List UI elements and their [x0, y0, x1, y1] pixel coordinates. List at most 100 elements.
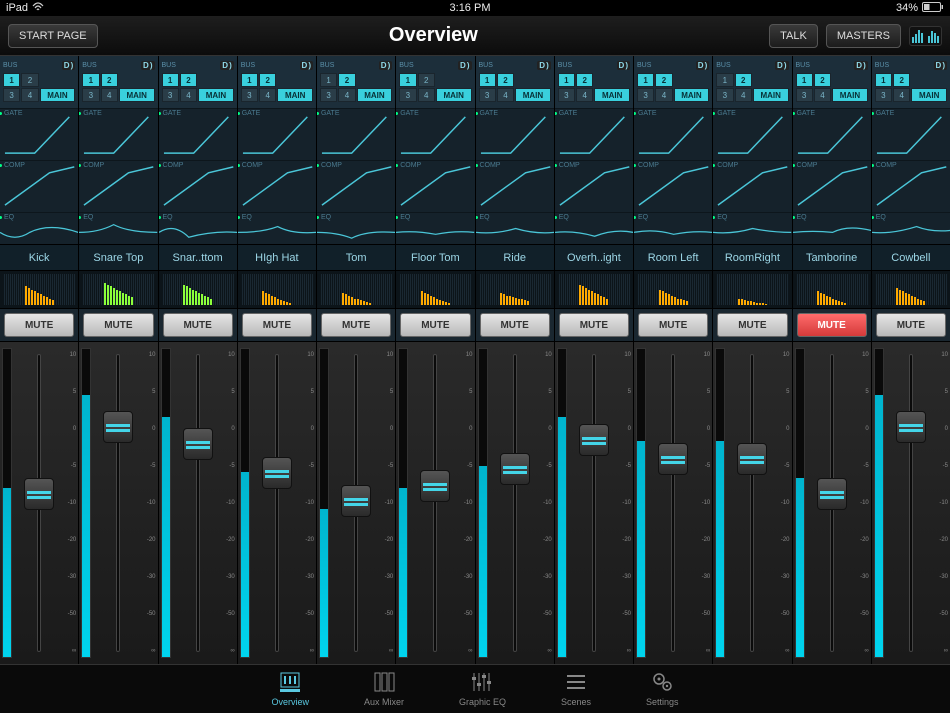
fader-cap[interactable]	[103, 411, 133, 443]
gate-panel[interactable]: GATE	[872, 108, 950, 160]
bus-cell-3[interactable]: 3	[716, 88, 733, 102]
bus-section[interactable]: BUS D 12 34 MAIN	[476, 56, 554, 108]
eq-panel[interactable]: EQ	[476, 212, 554, 244]
bus-cell-2[interactable]: 2	[576, 73, 593, 87]
fader-cap[interactable]	[737, 443, 767, 475]
bus-main[interactable]: MAIN	[436, 88, 472, 102]
eq-panel[interactable]: EQ	[79, 212, 157, 244]
bus-section[interactable]: BUS D 12 34 MAIN	[238, 56, 316, 108]
mute-button[interactable]: MUTE	[163, 313, 233, 337]
bus-cell-2[interactable]: 2	[180, 73, 197, 87]
comp-panel[interactable]: COMP	[872, 160, 950, 212]
mute-button[interactable]: MUTE	[797, 313, 867, 337]
bus-cell-4[interactable]: 4	[576, 88, 593, 102]
fader-track[interactable]	[258, 348, 296, 658]
gate-panel[interactable]: GATE	[159, 108, 237, 160]
gate-panel[interactable]: GATE	[555, 108, 633, 160]
fader-track[interactable]	[575, 348, 613, 658]
channel-name[interactable]: Cowbell	[872, 244, 950, 270]
comp-panel[interactable]: COMP	[238, 160, 316, 212]
nav-settings[interactable]: Settings	[646, 669, 679, 713]
nav-graphic-eq[interactable]: Graphic EQ	[459, 669, 506, 713]
bus-cell-4[interactable]: 4	[259, 88, 276, 102]
comp-panel[interactable]: COMP	[317, 160, 395, 212]
bus-cell-2[interactable]: 2	[259, 73, 276, 87]
bus-cell-3[interactable]: 3	[875, 88, 892, 102]
bus-main[interactable]: MAIN	[674, 88, 710, 102]
bus-cell-4[interactable]: 4	[21, 88, 38, 102]
channel-name[interactable]: Snare Top	[79, 244, 157, 270]
comp-panel[interactable]: COMP	[476, 160, 554, 212]
eq-panel[interactable]: EQ	[317, 212, 395, 244]
bus-section[interactable]: BUS D 12 34 MAIN	[872, 56, 950, 108]
mute-button[interactable]: MUTE	[242, 313, 312, 337]
channel-name[interactable]: Kick	[0, 244, 78, 270]
fader-track[interactable]	[337, 348, 375, 658]
bus-cell-2[interactable]: 2	[893, 73, 910, 87]
gate-panel[interactable]: GATE	[713, 108, 791, 160]
bus-cell-1[interactable]: 1	[399, 73, 416, 87]
eq-panel[interactable]: EQ	[634, 212, 712, 244]
bus-cell-1[interactable]: 1	[875, 73, 892, 87]
gate-panel[interactable]: GATE	[476, 108, 554, 160]
bus-main[interactable]: MAIN	[911, 88, 947, 102]
bus-cell-1[interactable]: 1	[637, 73, 654, 87]
masters-button[interactable]: MASTERS	[826, 24, 901, 48]
fader-track[interactable]	[496, 348, 534, 658]
bus-cell-2[interactable]: 2	[418, 73, 435, 87]
fader-track[interactable]	[733, 348, 771, 658]
gate-panel[interactable]: GATE	[634, 108, 712, 160]
fader-cap[interactable]	[500, 453, 530, 485]
eq-panel[interactable]: EQ	[555, 212, 633, 244]
bus-section[interactable]: BUS D 12 34 MAIN	[555, 56, 633, 108]
bus-cell-1[interactable]: 1	[3, 73, 20, 87]
eq-panel[interactable]: EQ	[396, 212, 474, 244]
mute-button[interactable]: MUTE	[4, 313, 74, 337]
mute-button[interactable]: MUTE	[400, 313, 470, 337]
bus-cell-3[interactable]: 3	[796, 88, 813, 102]
channel-name[interactable]: HIgh Hat	[238, 244, 316, 270]
eq-panel[interactable]: EQ	[159, 212, 237, 244]
channel-name[interactable]: Floor Tom	[396, 244, 474, 270]
bus-cell-2[interactable]: 2	[735, 73, 752, 87]
bus-section[interactable]: BUS D 12 34 MAIN	[0, 56, 78, 108]
mute-button[interactable]: MUTE	[559, 313, 629, 337]
bus-cell-1[interactable]: 1	[796, 73, 813, 87]
bus-section[interactable]: BUS D 12 34 MAIN	[396, 56, 474, 108]
bus-cell-4[interactable]: 4	[180, 88, 197, 102]
fader-cap[interactable]	[579, 424, 609, 456]
eq-panel[interactable]: EQ	[872, 212, 950, 244]
eq-panel[interactable]: EQ	[713, 212, 791, 244]
comp-panel[interactable]: COMP	[555, 160, 633, 212]
bus-cell-4[interactable]: 4	[735, 88, 752, 102]
mute-button[interactable]: MUTE	[876, 313, 946, 337]
fader-cap[interactable]	[896, 411, 926, 443]
bus-section[interactable]: BUS D 12 34 MAIN	[159, 56, 237, 108]
bus-cell-4[interactable]: 4	[814, 88, 831, 102]
comp-panel[interactable]: COMP	[713, 160, 791, 212]
bus-cell-2[interactable]: 2	[814, 73, 831, 87]
eq-panel[interactable]: EQ	[0, 212, 78, 244]
gate-panel[interactable]: GATE	[238, 108, 316, 160]
fader-cap[interactable]	[262, 457, 292, 489]
bus-cell-4[interactable]: 4	[338, 88, 355, 102]
fader-track[interactable]	[99, 348, 137, 658]
comp-panel[interactable]: COMP	[0, 160, 78, 212]
fader-track[interactable]	[416, 348, 454, 658]
fader-cap[interactable]	[341, 485, 371, 517]
bus-cell-1[interactable]: 1	[241, 73, 258, 87]
comp-panel[interactable]: COMP	[159, 160, 237, 212]
gate-panel[interactable]: GATE	[0, 108, 78, 160]
fader-track[interactable]	[20, 348, 58, 658]
bus-section[interactable]: BUS D 12 34 MAIN	[713, 56, 791, 108]
bus-main[interactable]: MAIN	[753, 88, 789, 102]
bus-cell-3[interactable]: 3	[558, 88, 575, 102]
bus-cell-3[interactable]: 3	[82, 88, 99, 102]
bus-cell-3[interactable]: 3	[399, 88, 416, 102]
channel-name[interactable]: RoomRight	[713, 244, 791, 270]
nav-overview[interactable]: Overview	[271, 669, 309, 713]
bus-cell-1[interactable]: 1	[716, 73, 733, 87]
bus-section[interactable]: BUS D 12 34 MAIN	[79, 56, 157, 108]
start-page-button[interactable]: START PAGE	[8, 24, 98, 48]
master-levels-icon[interactable]	[909, 26, 942, 46]
